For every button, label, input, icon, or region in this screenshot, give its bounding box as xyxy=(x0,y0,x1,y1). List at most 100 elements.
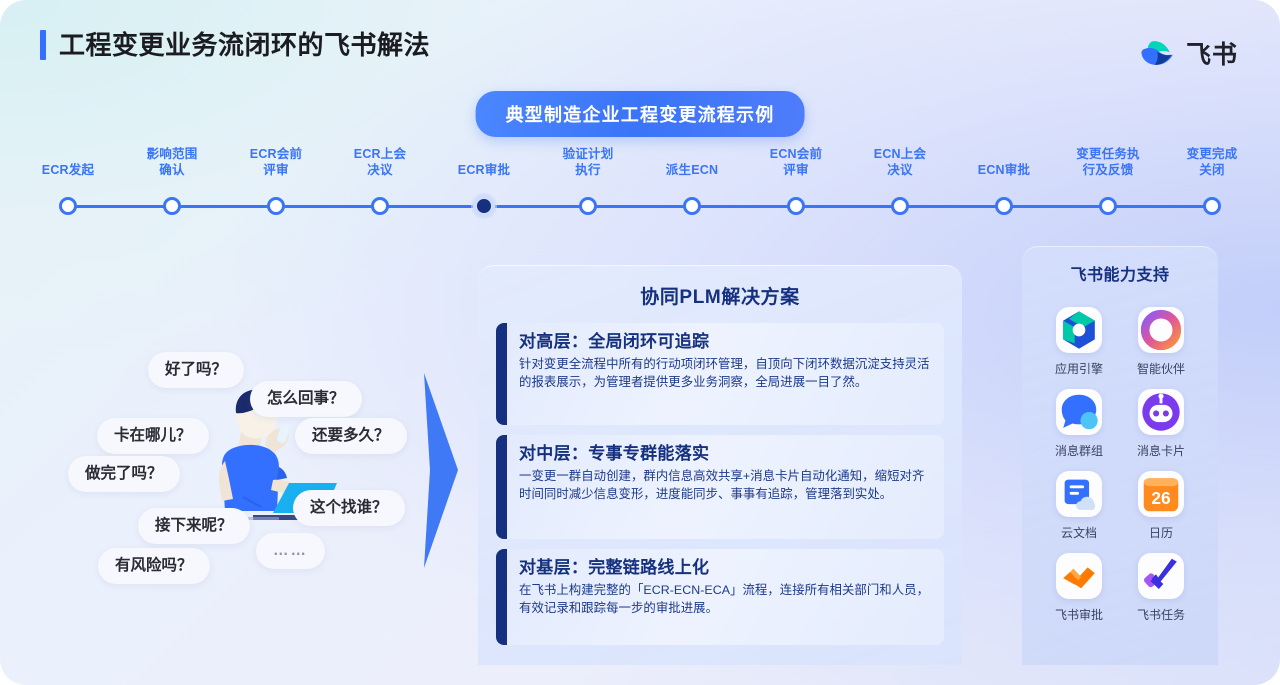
calendar-icon[interactable]: 26 xyxy=(1138,471,1184,517)
card-description: 一变更一群自动创建，群内信息高效共享+消息卡片自动化通知，缩短对齐时间同时减少信… xyxy=(519,469,925,501)
capability-item-label: 飞书审批 xyxy=(1054,608,1103,622)
question-bubble: 做完了吗？ xyxy=(68,456,180,492)
capability-item[interactable]: 26 日历 xyxy=(1122,471,1200,541)
page-title: 工程变更业务流闭环的飞书解法 xyxy=(59,30,431,60)
task-icon[interactable] xyxy=(1138,553,1184,599)
ai-companion-icon[interactable] xyxy=(1138,307,1184,353)
timeline-step-9[interactable]: ECN上会 决议 xyxy=(848,146,952,215)
capability-item-label: 消息卡片 xyxy=(1136,444,1185,458)
timeline-step-dot[interactable] xyxy=(683,197,701,215)
question-bubble: 怎么回事？ xyxy=(250,381,362,417)
brand-name: 飞书 xyxy=(1185,41,1238,69)
timeline-step-label: ECR上会 决议 xyxy=(353,147,407,177)
timeline-step-dot[interactable] xyxy=(891,197,909,215)
question-bubble: 好了吗？ xyxy=(148,352,245,388)
timeline-step-dot[interactable] xyxy=(59,197,77,215)
plm-card: 对基层：完整链路线上化在飞书上构建完整的「ECR-ECN-ECA」流程，连接所有… xyxy=(496,549,944,645)
capability-item[interactable]: 智能伙伴 xyxy=(1122,307,1200,377)
card-body: 对基层：完整链路线上化在飞书上构建完整的「ECR-ECN-ECA」流程，连接所有… xyxy=(507,549,944,645)
chat-group-icon[interactable] xyxy=(1056,389,1102,435)
timeline-step-5[interactable]: ECR审批 xyxy=(432,146,536,217)
capability-item[interactable]: 云文档 xyxy=(1040,471,1118,541)
pain-point-illustration: 好了吗？ 怎么回事？ 卡在哪儿？ 还要多久？ 做完了吗？ 这个找谁？ 接下来呢？…… 有风险吗… xyxy=(60,330,420,590)
question-bubble: 有风险吗？ xyxy=(98,548,210,584)
card-description: 针对变更全流程中所有的行动项闭环管理，自顶向下闭环数据沉淀支持灵活的报表展示，为… xyxy=(519,357,930,389)
question-bubble: 还要多久？ xyxy=(295,418,407,454)
flow-arrow-icon xyxy=(424,373,458,568)
capability-item[interactable]: 飞书审批 xyxy=(1040,553,1118,623)
capability-item-label: 智能伙伴 xyxy=(1136,362,1185,376)
timeline-step-7[interactable]: 派生ECN xyxy=(640,146,744,215)
capability-item[interactable]: 消息群组 xyxy=(1040,389,1118,459)
card-accent-bar xyxy=(496,549,507,645)
card-title: 对高层：全局闭环可追踪 xyxy=(519,332,710,351)
timeline-step-6[interactable]: 验证计划 执行 xyxy=(536,146,640,215)
timeline-step-dot[interactable] xyxy=(371,197,389,215)
plm-card: 对中层：专事专群能落实一变更一群自动创建，群内信息高效共享+消息卡片自动化通知，… xyxy=(496,435,944,539)
timeline-step-label: 验证计划 执行 xyxy=(562,147,614,177)
flow-example-badge: 典型制造企业工程变更流程示例 xyxy=(475,91,805,137)
plm-solution-panel: 协同PLM解决方案 对高层：全局闭环可追踪 针对变更全流程中所有的行动项闭环管理，… xyxy=(478,265,962,665)
process-timeline: ECR发起 影响范围 确认 ECR会前 评审 ECR上会 决议 ECR审批 验证计划 执行派生EC… xyxy=(42,146,1237,226)
slide-canvas: 工程变更业务流闭环的飞书解法 飞书 典型制造企业工程变更流程示例 ECR发起 影响… xyxy=(0,0,1280,685)
timeline-step-dot[interactable] xyxy=(267,197,285,215)
card-body: 对高层：全局闭环可追踪针对变更全流程中所有的行动项闭环管理，自顶向下闭环数据沉淀… xyxy=(507,323,944,425)
message-card-bot-icon[interactable] xyxy=(1138,389,1184,435)
capability-item[interactable]: 飞书任务 xyxy=(1122,553,1200,623)
title-accent-bar xyxy=(40,30,46,60)
timeline-step-label: 影响范围 确认 xyxy=(146,147,198,177)
question-bubble: 接下来呢？ xyxy=(138,508,250,544)
card-body: 对中层：专事专群能落实一变更一群自动创建，群内信息高效共享+消息卡片自动化通知，… xyxy=(507,435,944,539)
capability-item-label: 飞书任务 xyxy=(1136,608,1185,622)
app-engine-icon[interactable] xyxy=(1056,307,1102,353)
approval-icon[interactable] xyxy=(1056,553,1102,599)
cloud-doc-icon[interactable] xyxy=(1056,471,1102,517)
page-header: 工程变更业务流闭环的飞书解法 xyxy=(40,30,430,60)
timeline-step-3[interactable]: ECR会前 评审 xyxy=(224,146,328,215)
plm-card-list: 对高层：全局闭环可追踪针对变更全流程中所有的行动项闭环管理，自顶向下闭环数据沉淀… xyxy=(478,323,962,645)
card-accent-bar xyxy=(496,323,507,425)
timeline-axis xyxy=(68,205,1212,208)
capability-item[interactable]: 消息卡片 xyxy=(1122,389,1200,459)
svg-text:26: 26 xyxy=(1151,488,1170,508)
capability-item-label: 云文档 xyxy=(1060,526,1097,540)
timeline-step-label: 变更任务执 行及反馈 xyxy=(1076,147,1140,177)
timeline-step-dot[interactable] xyxy=(163,197,181,215)
timeline-step-label: ECR发起 xyxy=(41,163,95,177)
timeline-step-label: 派生ECN xyxy=(665,163,719,177)
timeline-step-label: ECR审批 xyxy=(457,163,511,177)
timeline-step-label: ECN会前 评审 xyxy=(769,147,823,177)
capability-panel-title: 飞书能力支持 xyxy=(1070,267,1170,284)
timeline-step-label: 变更完成 关闭 xyxy=(1186,147,1238,177)
timeline-step-dot[interactable] xyxy=(1203,197,1221,215)
timeline-step-12[interactable]: 变更完成 关闭 xyxy=(1160,146,1264,215)
feishu-logo-icon xyxy=(1141,41,1173,65)
timeline-step-11[interactable]: 变更任务执 行及反馈 xyxy=(1056,146,1160,215)
capability-item-label: 消息群组 xyxy=(1054,444,1103,458)
capability-icon-grid: 应用引擎 智能伙伴消息群组 消息卡片云文档 26 日历飞书审批 飞书任务 xyxy=(1022,285,1218,623)
timeline-step-dot[interactable] xyxy=(995,197,1013,215)
timeline-step-label: ECN审批 xyxy=(977,163,1031,177)
timeline-step-2[interactable]: 影响范围 确认 xyxy=(120,146,224,215)
question-bubble: …… xyxy=(256,533,325,569)
card-title: 对中层：专事专群能落实 xyxy=(519,444,710,463)
card-title: 对基层：完整链路线上化 xyxy=(519,558,710,577)
capability-item-label: 应用引擎 xyxy=(1054,362,1103,376)
timeline-step-dot[interactable] xyxy=(473,195,495,217)
timeline-step-dot[interactable] xyxy=(1099,197,1117,215)
timeline-step-1[interactable]: ECR发起 xyxy=(16,146,120,215)
question-bubble: 卡在哪儿？ xyxy=(97,418,209,454)
question-bubble: 这个找谁？ xyxy=(293,490,405,526)
capability-item[interactable]: 应用引擎 xyxy=(1040,307,1118,377)
plm-card: 对高层：全局闭环可追踪针对变更全流程中所有的行动项闭环管理，自顶向下闭环数据沉淀… xyxy=(496,323,944,425)
timeline-step-4[interactable]: ECR上会 决议 xyxy=(328,146,432,215)
card-accent-bar xyxy=(496,435,507,539)
brand-lockup: 飞书 xyxy=(1138,34,1238,72)
timeline-step-label: ECN上会 决议 xyxy=(873,147,927,177)
timeline-step-8[interactable]: ECN会前 评审 xyxy=(744,146,848,215)
timeline-step-10[interactable]: ECN审批 xyxy=(952,146,1056,215)
timeline-step-dot[interactable] xyxy=(787,197,805,215)
card-description: 在飞书上构建完整的「ECR-ECN-ECA」流程，连接所有相关部门和人员，有效记… xyxy=(519,583,930,615)
capability-item-label: 日历 xyxy=(1148,526,1173,540)
timeline-step-dot[interactable] xyxy=(579,197,597,215)
